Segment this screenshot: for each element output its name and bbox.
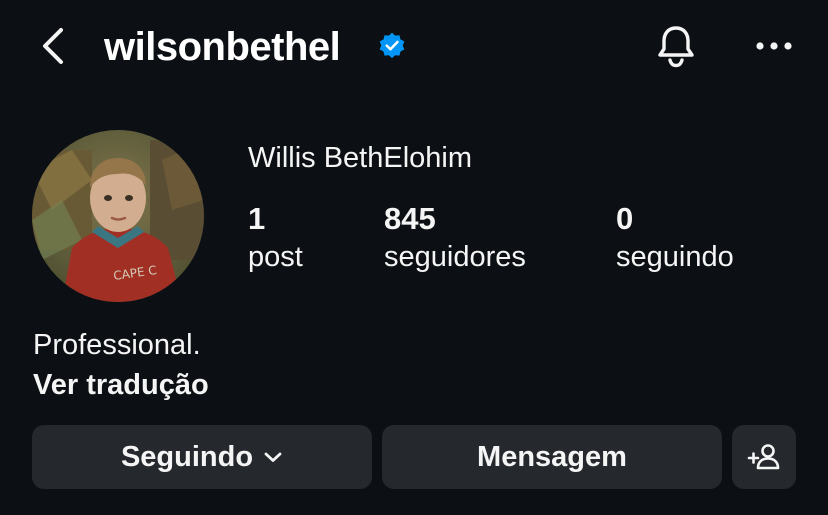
chevron-down-icon (263, 450, 283, 464)
translate-link[interactable]: Ver tradução (33, 366, 209, 404)
suggest-users-button[interactable] (732, 425, 796, 489)
verified-badge-icon (379, 32, 405, 59)
more-options-button[interactable] (748, 20, 800, 72)
stat-posts[interactable]: 1 post (248, 200, 303, 276)
message-button[interactable]: Mensagem (382, 425, 722, 489)
notifications-button[interactable] (650, 20, 702, 72)
message-button-label: Mensagem (477, 440, 627, 473)
stat-followers-count: 845 (384, 201, 436, 236)
stat-posts-label: post (248, 241, 303, 273)
display-name: Willis BethElohim (248, 142, 472, 174)
profile-photo: CAPE C (32, 130, 204, 302)
add-user-icon (747, 444, 780, 470)
bio-text: Professional. (33, 329, 201, 361)
profile-header: wilsonbethel (0, 0, 828, 92)
stat-following-label: seguindo (616, 241, 734, 273)
stat-posts-count: 1 (248, 201, 266, 236)
profile-username: wilsonbethel (104, 25, 341, 69)
more-horizontal-icon (756, 42, 792, 50)
stat-followers-label: seguidores (384, 241, 526, 273)
stat-followers[interactable]: 845 seguidores (384, 200, 526, 276)
back-button[interactable] (30, 22, 78, 70)
following-button-label: Seguindo (120, 440, 254, 473)
following-button[interactable]: Seguindo (32, 425, 372, 489)
bell-icon (658, 26, 694, 68)
stat-following[interactable]: 0 seguindo (616, 200, 734, 276)
chevron-left-icon (43, 28, 63, 64)
avatar[interactable]: CAPE C (32, 130, 204, 302)
stat-following-count: 0 (616, 201, 634, 236)
